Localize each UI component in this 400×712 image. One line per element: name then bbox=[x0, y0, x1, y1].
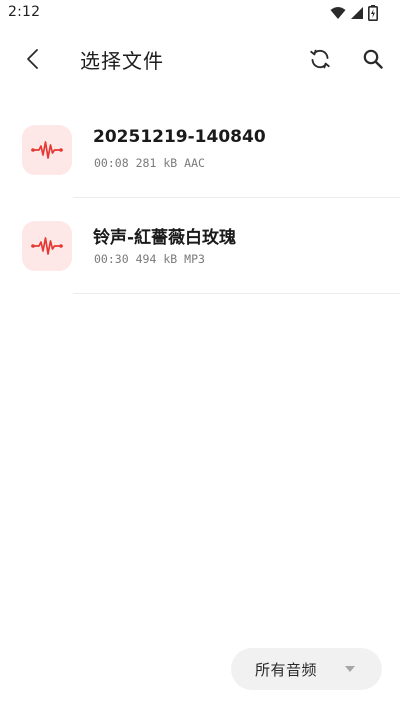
status-icons bbox=[330, 5, 378, 21]
file-size: 281 kB bbox=[135, 156, 178, 170]
wifi-icon bbox=[330, 6, 346, 20]
audio-file-icon bbox=[22, 125, 72, 175]
battery-icon bbox=[368, 5, 378, 21]
file-meta: 00:08 281 kB AAC bbox=[94, 156, 205, 170]
audio-waveform-icon bbox=[31, 237, 63, 255]
refresh-icon bbox=[310, 49, 330, 69]
dropdown-caret-icon bbox=[345, 666, 355, 672]
file-list: 20251219-140840 00:08 281 kB AAC 铃声-紅薔薇白… bbox=[0, 102, 400, 294]
file-size: 494 kB bbox=[135, 252, 178, 266]
divider bbox=[73, 293, 400, 294]
status-time: 2:12 bbox=[8, 4, 41, 20]
search-button[interactable] bbox=[358, 44, 388, 74]
filter-label: 所有音频 bbox=[255, 661, 318, 679]
page-title: 选择文件 bbox=[80, 49, 164, 73]
back-button[interactable] bbox=[18, 44, 48, 74]
file-picker-screen: 2:12 选择文件 20251219-140840 00:08 281 kB A… bbox=[0, 0, 400, 712]
file-format: AAC bbox=[184, 156, 205, 170]
back-arrow-icon bbox=[27, 49, 38, 69]
cell-signal-icon bbox=[350, 6, 364, 20]
list-item[interactable]: 铃声-紅薔薇白玫瑰 00:30 494 kB MP3 bbox=[0, 198, 400, 294]
search-icon bbox=[363, 49, 383, 69]
refresh-button[interactable] bbox=[305, 44, 335, 74]
app-bar: 选择文件 bbox=[0, 36, 400, 82]
file-name: 20251219-140840 bbox=[93, 127, 266, 147]
file-duration: 00:08 bbox=[94, 156, 129, 170]
audio-filter-dropdown[interactable]: 所有音频 bbox=[231, 648, 382, 690]
status-bar: 2:12 bbox=[0, 0, 400, 26]
file-format: MP3 bbox=[184, 252, 205, 266]
list-item[interactable]: 20251219-140840 00:08 281 kB AAC bbox=[0, 102, 400, 198]
file-name: 铃声-紅薔薇白玫瑰 bbox=[93, 228, 237, 248]
file-meta: 00:30 494 kB MP3 bbox=[94, 252, 205, 266]
audio-waveform-icon bbox=[31, 141, 63, 159]
file-duration: 00:30 bbox=[94, 252, 129, 266]
audio-file-icon bbox=[22, 221, 72, 271]
